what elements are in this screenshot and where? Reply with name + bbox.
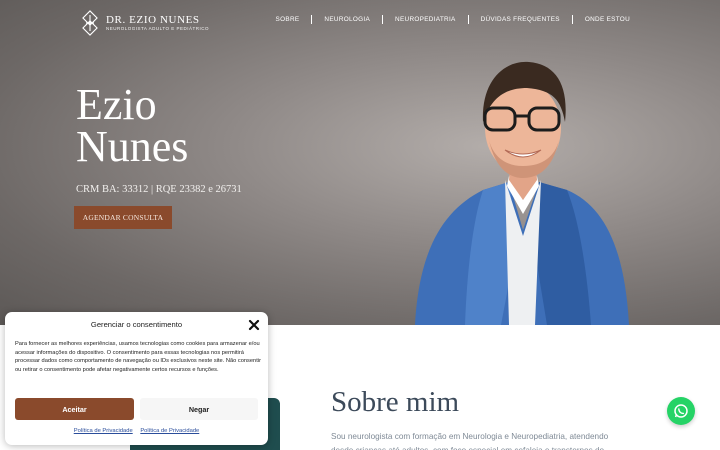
- nav-divider: [311, 15, 313, 24]
- about-title: Sobre mim: [331, 386, 460, 418]
- whatsapp-button[interactable]: [667, 397, 695, 425]
- logo-title: DR. EZIO NUNES: [106, 14, 200, 26]
- close-icon[interactable]: [248, 319, 260, 331]
- cookie-consent-dialog: Gerenciar o consentimento Para fornecer …: [5, 312, 268, 445]
- consent-title: Gerenciar o consentimento: [90, 320, 183, 329]
- consent-body: Para fornecer as melhores experiências, …: [15, 341, 261, 373]
- hero-title-line-2: Nunes: [76, 122, 189, 171]
- nav-item-onde-estou[interactable]: ONDE ESTOU: [585, 16, 630, 23]
- nav-item-duvidas-frequentes[interactable]: DÚVIDAS FREQUENTES: [481, 16, 560, 23]
- nav-item-neurologia[interactable]: NEUROLOGIA: [324, 16, 370, 23]
- nav-divider: [571, 15, 573, 24]
- nav-divider: [467, 15, 469, 24]
- doctor-portrait: [415, 61, 629, 325]
- logo-subtitle: NEUROLOGISTA ADULTO E PEDIÁTRICO: [106, 26, 210, 31]
- about-text: Sou neurologista com formação em Neurolo…: [331, 432, 609, 450]
- nav-divider: [382, 15, 384, 24]
- privacy-policy-link[interactable]: Política de Privacidade: [74, 428, 133, 434]
- schedule-appointment-button[interactable]: AGENDAR CONSULTA: [74, 206, 172, 229]
- nav-item-sobre[interactable]: SOBRE: [276, 16, 300, 23]
- privacy-policy-link-2[interactable]: Política de Privacidade: [140, 428, 199, 434]
- hero-title: Ezio Nunes: [76, 80, 189, 171]
- consent-links: Política de Privacidade Política de Priv…: [5, 428, 268, 434]
- hero-section: DR. EZIO NUNES NEUROLOGISTA ADULTO E PED…: [0, 0, 720, 325]
- site-logo[interactable]: DR. EZIO NUNES NEUROLOGISTA ADULTO E PED…: [80, 10, 209, 36]
- main-nav: SOBRE NEUROLOGIA NEUROPEDIATRIA DÚVIDAS …: [276, 15, 630, 24]
- site-header: DR. EZIO NUNES NEUROLOGISTA ADULTO E PED…: [0, 0, 720, 44]
- logo-mark-icon: [82, 10, 98, 36]
- hero-credentials: CRM BA: 33312 | RQE 23382 e 26731: [76, 184, 242, 195]
- hero-title-line-1: Ezio: [76, 80, 157, 129]
- deny-button[interactable]: Negar: [140, 398, 258, 420]
- whatsapp-icon: [674, 404, 688, 418]
- accept-button[interactable]: Aceitar: [15, 398, 134, 420]
- nav-item-neuropediatria[interactable]: NEUROPEDIATRIA: [395, 16, 456, 23]
